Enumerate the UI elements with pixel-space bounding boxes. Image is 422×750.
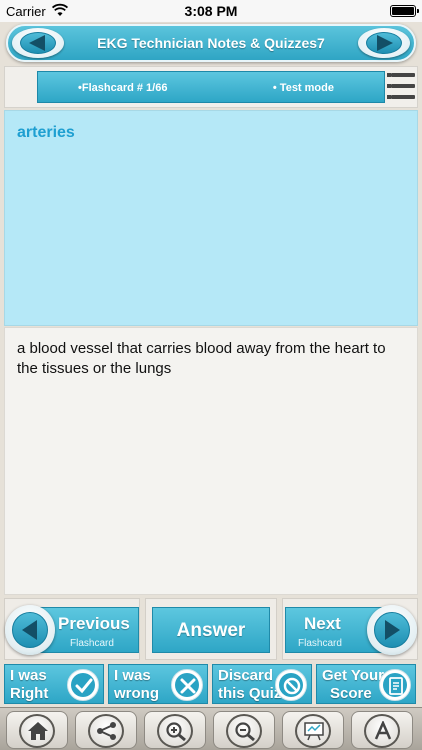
home-icon [28, 722, 48, 740]
cross-icon [171, 669, 203, 701]
font-button[interactable] [351, 711, 413, 749]
zoom-in-icon [166, 722, 186, 741]
back-button[interactable] [12, 28, 64, 58]
score-sheet-icon [379, 669, 411, 701]
answer-panel: a blood vessel that carries blood away f… [4, 327, 418, 595]
menu-line [387, 84, 415, 88]
zoom-out-icon [235, 722, 255, 741]
flashcard-counter: •Flashcard # 1/66 [78, 82, 168, 94]
previous-arrow-button[interactable] [5, 605, 55, 655]
clock: 3:08 PM [184, 3, 238, 19]
i-was-wrong-line1: I was [114, 667, 151, 684]
home-button[interactable] [6, 711, 68, 749]
i-was-right-line1: I was [10, 667, 47, 684]
flashcard-header: •Flashcard # 1/66 • Test mode [4, 66, 418, 108]
answer-panel-frame: Answer [145, 598, 277, 660]
question-panel: arteries [4, 110, 418, 326]
menu-line [387, 95, 415, 99]
i-was-wrong-button[interactable]: I was wrong [108, 664, 208, 704]
arrow-left-icon [29, 35, 45, 51]
zoom-in-button[interactable] [144, 711, 206, 749]
next-sublabel: Flashcard [298, 638, 342, 649]
status-bar: Carrier 3:08 PM [0, 0, 422, 22]
menu-icon[interactable] [387, 69, 417, 105]
page-title: EKG Technician Notes & Quizzes7 [97, 35, 325, 51]
next-panel: Next Flashcard [282, 598, 418, 660]
next-label: Next [304, 614, 341, 633]
share-icon [97, 722, 116, 740]
navigation-row: Previous Flashcard Answer Next Flashcard [0, 598, 422, 660]
font-icon [374, 721, 392, 740]
share-button[interactable] [75, 711, 137, 749]
battery-icon [390, 5, 419, 17]
action-row: I was Right I was wrong Discard this Qui… [0, 662, 422, 706]
discard-quiz-button[interactable]: Discard this Quiz [212, 664, 312, 704]
i-was-wrong-line2: wrong [114, 685, 159, 702]
whiteboard-button[interactable] [282, 711, 344, 749]
next-arrow-button[interactable] [367, 605, 417, 655]
flashcard-term: arteries [17, 124, 75, 141]
forward-button[interactable] [358, 28, 410, 58]
arrow-left-icon [22, 620, 37, 640]
menu-line [387, 73, 415, 77]
get-your-score-button[interactable]: Get Your Score [316, 664, 416, 704]
title-bar: EKG Technician Notes & Quizzes7 [6, 24, 416, 62]
discard-quiz-line1: Discard [218, 667, 274, 684]
i-was-right-line2: Right [10, 685, 49, 702]
arrow-right-icon [385, 620, 400, 640]
i-was-right-button[interactable]: I was Right [4, 664, 104, 704]
mode-label: • Test mode [272, 82, 334, 94]
get-your-score-line2: Score [330, 685, 372, 702]
flashcard-definition: a blood vessel that carries blood away f… [17, 340, 386, 377]
previous-sublabel: Flashcard [70, 638, 114, 649]
previous-label: Previous [58, 614, 130, 633]
answer-label: Answer [176, 620, 246, 641]
bottom-toolbar [0, 707, 422, 750]
no-entry-icon [275, 669, 307, 701]
flashcard-info-bar: •Flashcard # 1/66 • Test mode [37, 71, 385, 103]
whiteboard-icon [304, 722, 324, 741]
zoom-out-button[interactable] [213, 711, 275, 749]
check-icon [67, 669, 99, 701]
previous-panel: Previous Flashcard [4, 598, 140, 660]
arrow-right-icon [377, 35, 393, 51]
answer-button[interactable]: Answer [152, 607, 270, 653]
get-your-score-line1: Get Your [322, 667, 384, 684]
discard-quiz-line2: this Quiz [218, 685, 282, 702]
